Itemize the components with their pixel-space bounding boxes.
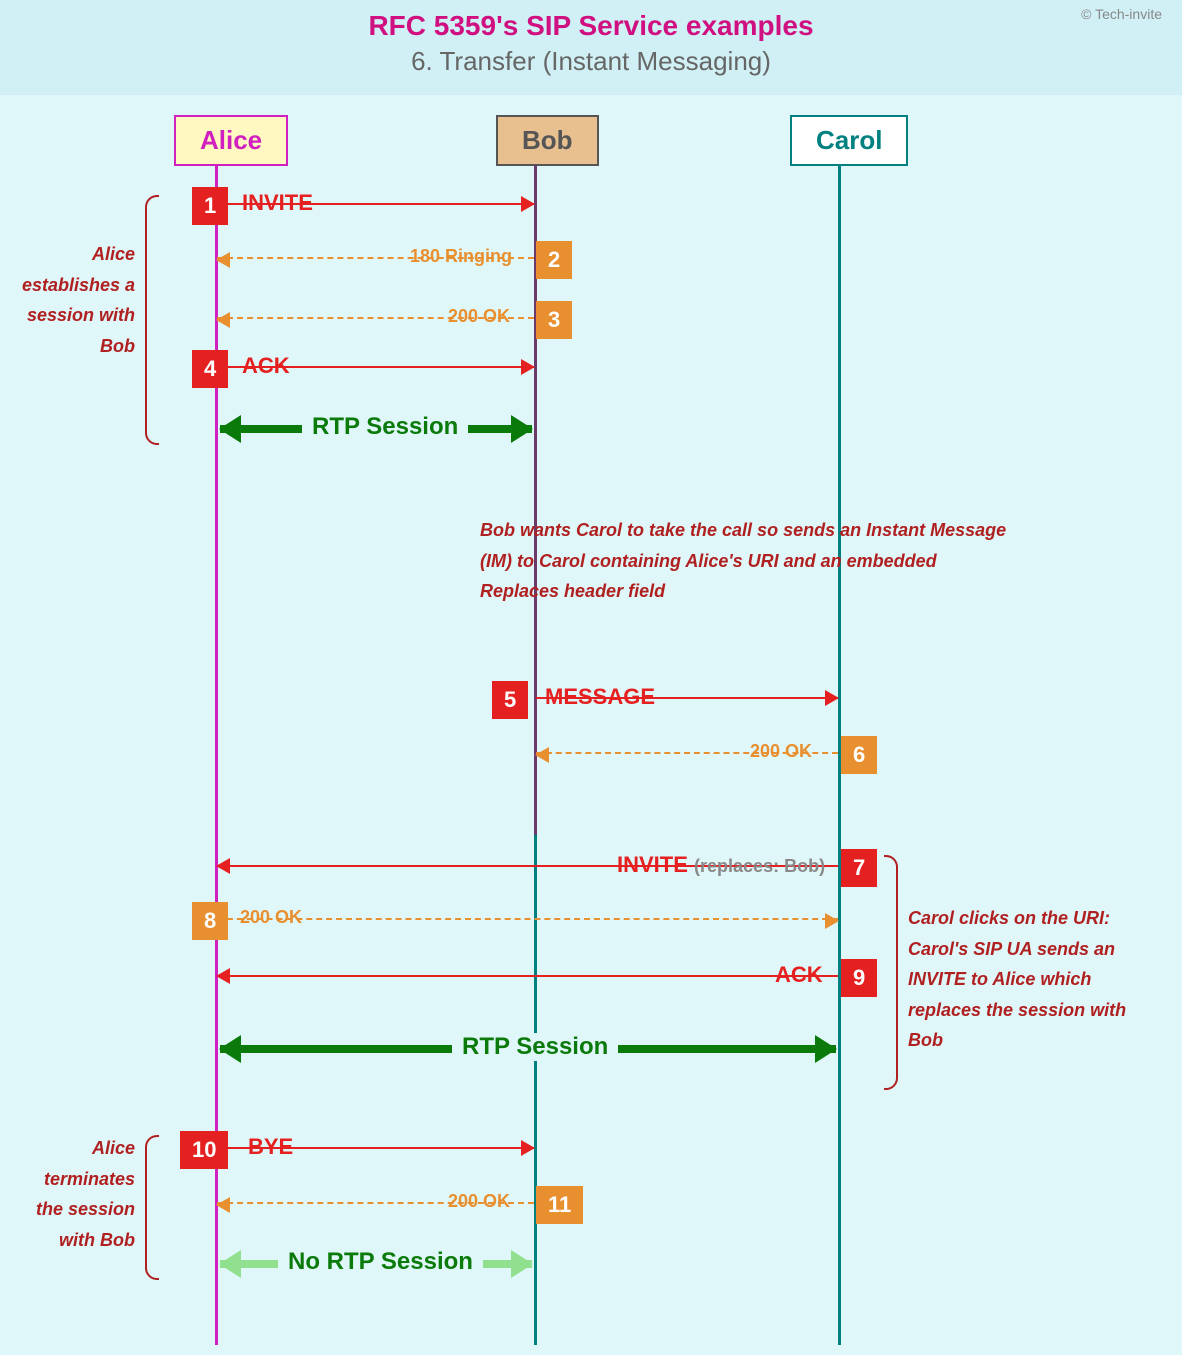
note-alice-terminates: Alice terminates the session with Bob xyxy=(20,1133,135,1255)
step-8-label: 200 OK xyxy=(240,907,302,928)
actor-carol: Carol xyxy=(790,115,908,166)
step-11-label: 200 OK xyxy=(448,1191,510,1212)
step-3-label: 200 OK xyxy=(448,306,510,327)
rtp-session-ab-label: RTP Session xyxy=(302,413,468,441)
arrow-ack-9 xyxy=(217,975,838,977)
brace-note-d xyxy=(145,1135,159,1280)
step-7-label: INVITE (replaces: Bob) xyxy=(617,852,825,878)
page-title: RFC 5359's SIP Service examples xyxy=(0,10,1182,42)
step-6-badge: 6 xyxy=(841,736,877,774)
step-9-badge: 9 xyxy=(841,959,877,997)
brace-note-c xyxy=(884,855,898,1090)
page-subtitle: 6. Transfer (Instant Messaging) xyxy=(0,46,1182,77)
step-4-label: ACK xyxy=(242,353,290,379)
step-7-extra: (replaces: Bob) xyxy=(694,856,825,876)
step-5-label: MESSAGE xyxy=(545,684,655,710)
step-1-badge: 1 xyxy=(192,187,228,225)
brace-note-a xyxy=(145,195,159,445)
note-carol-invite: Carol clicks on the URI: Carol's SIP UA … xyxy=(908,903,1156,1056)
note-bob-sends-im: Bob wants Carol to take the call so send… xyxy=(480,515,1010,607)
step-8-badge: 8 xyxy=(192,902,228,940)
header-bar: RFC 5359's SIP Service examples 6. Trans… xyxy=(0,0,1182,95)
actor-bob: Bob xyxy=(496,115,599,166)
step-11-badge: 11 xyxy=(536,1186,583,1224)
step-7-badge: 7 xyxy=(841,849,877,887)
rtp-session-ac-label: RTP Session xyxy=(452,1033,618,1061)
step-10-badge: 10 xyxy=(180,1131,228,1169)
sequence-diagram: Alice Bob Carol 1 INVITE 2 180 Ringing 3… xyxy=(0,95,1182,1355)
step-3-badge: 3 xyxy=(536,301,572,339)
step-4-badge: 4 xyxy=(192,350,228,388)
step-1-label: INVITE xyxy=(242,190,313,216)
actor-alice: Alice xyxy=(174,115,288,166)
note-alice-establishes: Alice establishes a session with Bob xyxy=(20,239,135,361)
step-9-label: ACK xyxy=(775,962,823,988)
step-7-invite: INVITE xyxy=(617,852,688,877)
no-rtp-label: No RTP Session xyxy=(278,1248,483,1276)
lifeline-bob-lower xyxy=(534,835,537,1345)
step-5-badge: 5 xyxy=(492,681,528,719)
arrow-200ok-8 xyxy=(217,918,838,920)
step-2-badge: 2 xyxy=(536,241,572,279)
step-6-label: 200 OK xyxy=(750,741,812,762)
step-2-label: 180 Ringing xyxy=(410,246,512,267)
step-10-label: BYE xyxy=(248,1134,293,1160)
copyright-text: © Tech-invite xyxy=(1081,6,1162,22)
